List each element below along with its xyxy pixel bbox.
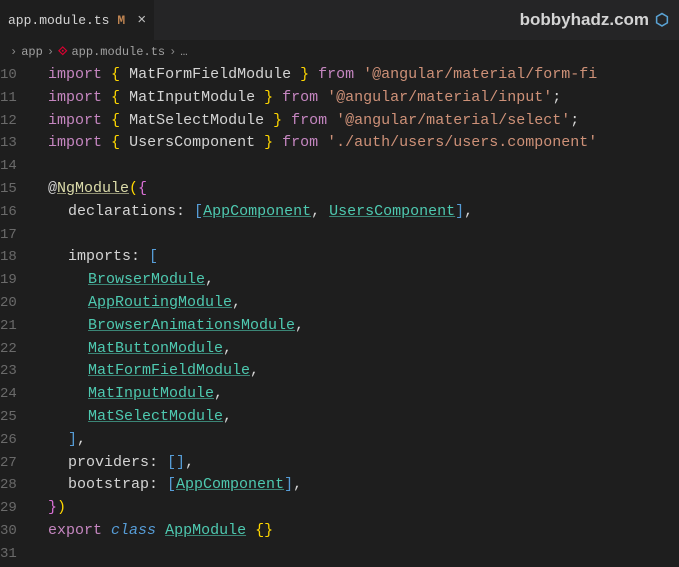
line-number: 10 (0, 64, 16, 87)
code-line[interactable]: imports: [ (28, 246, 679, 269)
code-line[interactable]: ], (28, 429, 679, 452)
code-line[interactable] (28, 155, 679, 178)
code-line[interactable]: @NgModule({ (28, 178, 679, 201)
code-line[interactable]: declarations: [AppComponent, UsersCompon… (28, 201, 679, 224)
editor[interactable]: 1011121314151617181920212223242526272829… (0, 64, 679, 567)
close-icon[interactable]: × (133, 12, 150, 29)
line-number: 16 (0, 201, 16, 224)
code-line[interactable]: MatSelectModule, (28, 406, 679, 429)
tab-filename: app.module.ts (8, 13, 109, 28)
line-number: 24 (0, 383, 16, 406)
code-line[interactable]: export class AppModule {} (28, 520, 679, 543)
code-line[interactable]: MatButtonModule, (28, 338, 679, 361)
breadcrumb-item[interactable]: … (180, 45, 187, 59)
line-number: 21 (0, 315, 16, 338)
code-line[interactable] (28, 224, 679, 247)
line-number: 14 (0, 155, 16, 178)
line-number: 29 (0, 497, 16, 520)
line-number: 23 (0, 360, 16, 383)
line-number: 25 (0, 406, 16, 429)
line-number: 11 (0, 87, 16, 110)
code-line[interactable]: MatFormFieldModule, (28, 360, 679, 383)
code-line[interactable]: bootstrap: [AppComponent], (28, 474, 679, 497)
breadcrumb-label: … (180, 45, 187, 59)
code-line[interactable]: import { MatInputModule } from '@angular… (28, 87, 679, 110)
chevron-right-icon: › (165, 45, 180, 59)
line-number: 12 (0, 110, 16, 133)
code-line[interactable]: import { MatSelectModule } from '@angula… (28, 110, 679, 133)
line-number: 13 (0, 132, 16, 155)
watermark-text: bobbyhadz.com (520, 10, 649, 30)
code-line[interactable]: import { MatFormFieldModule } from '@ang… (28, 64, 679, 87)
line-number: 18 (0, 246, 16, 269)
breadcrumb-label: app.module.ts (71, 45, 165, 59)
chevron-right-icon: › (43, 45, 58, 59)
code-line[interactable]: import { UsersComponent } from './auth/u… (28, 132, 679, 155)
code-line[interactable]: BrowserModule, (28, 269, 679, 292)
breadcrumb-label: app (21, 45, 43, 59)
line-number: 30 (0, 520, 16, 543)
line-gutter: 1011121314151617181920212223242526272829… (0, 64, 28, 567)
line-number: 27 (0, 452, 16, 475)
code-content[interactable]: import { MatFormFieldModule } from '@ang… (28, 64, 679, 567)
line-number: 28 (0, 474, 16, 497)
code-line[interactable]: BrowserAnimationsModule, (28, 315, 679, 338)
line-number: 17 (0, 224, 16, 247)
line-number: 31 (0, 543, 16, 566)
code-line[interactable]: AppRoutingModule, (28, 292, 679, 315)
angular-icon: ⟐ (58, 45, 67, 59)
code-line[interactable]: providers: [], (28, 452, 679, 475)
cube-icon: ⬡ (655, 10, 669, 30)
code-line[interactable] (28, 543, 679, 566)
tab-modified-indicator: M (117, 13, 125, 28)
line-number: 20 (0, 292, 16, 315)
code-line[interactable]: MatInputModule, (28, 383, 679, 406)
watermark: bobbyhadz.com ⬡ (520, 10, 669, 30)
line-number: 15 (0, 178, 16, 201)
editor-tab[interactable]: app.module.ts M × (0, 0, 154, 40)
chevron-right-icon: › (6, 45, 21, 59)
breadcrumb: › app › ⟐ app.module.ts › … (0, 40, 679, 64)
title-bar: app.module.ts M × bobbyhadz.com ⬡ (0, 0, 679, 40)
breadcrumb-item[interactable]: ⟐ app.module.ts (58, 45, 165, 59)
line-number: 22 (0, 338, 16, 361)
line-number: 19 (0, 269, 16, 292)
code-line[interactable]: }) (28, 497, 679, 520)
breadcrumb-item[interactable]: app (21, 45, 43, 59)
line-number: 26 (0, 429, 16, 452)
